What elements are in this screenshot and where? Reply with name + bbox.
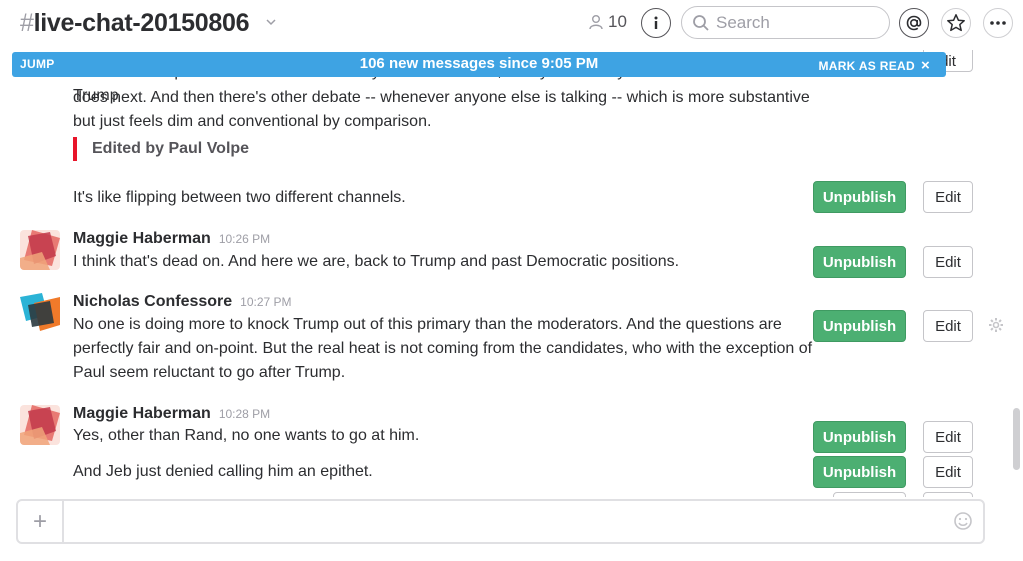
more-button[interactable]	[983, 8, 1013, 38]
new-messages-count: 106 new messages since 9:05 PM	[359, 55, 599, 72]
unpublish-button[interactable]: Unpublish	[813, 181, 906, 213]
search-icon	[693, 14, 709, 31]
channel-hash: #	[20, 9, 34, 37]
message-author[interactable]: Maggie Haberman 10:28 PM	[73, 405, 270, 423]
edit-button[interactable]: Edit	[923, 310, 973, 342]
close-icon[interactable]: ×	[921, 57, 930, 74]
edit-button-partial[interactable]	[923, 492, 973, 497]
member-count[interactable]: 10	[588, 12, 627, 32]
chevron-down-icon[interactable]	[266, 16, 276, 26]
unpublish-button[interactable]: Unpublish	[813, 421, 906, 453]
timestamp[interactable]: 10:28 PM	[219, 407, 270, 421]
info-icon	[654, 16, 658, 29]
at-sign-icon	[906, 15, 922, 31]
message-text: Yes, other than Rand, no one wants to go…	[73, 427, 420, 444]
emoji-icon[interactable]	[953, 511, 973, 531]
unpublish-button[interactable]: Unpublish	[813, 310, 906, 342]
message-text: It's like flipping between two different…	[73, 189, 406, 206]
gear-icon[interactable]	[988, 317, 1004, 333]
timestamp[interactable]: 10:26 PM	[219, 232, 270, 246]
mentions-button[interactable]	[899, 8, 929, 38]
new-messages-banner[interactable]: JUMP 106 new messages since 9:05 PM MARK…	[12, 52, 946, 77]
star-button[interactable]	[941, 8, 971, 38]
message-pane[interactable]: between Trump and the Fox hosts -- showy…	[0, 50, 1010, 497]
channel-title[interactable]: #live-chat-20150806	[20, 9, 250, 38]
avatar[interactable]	[20, 293, 60, 333]
mark-as-read-button[interactable]: MARK AS READ ×	[818, 57, 930, 74]
star-icon	[947, 14, 965, 32]
message-text: does next. And then there's other debate…	[73, 89, 810, 130]
edit-button[interactable]: Edit	[923, 421, 973, 453]
scrollbar-thumb[interactable]	[1013, 408, 1020, 470]
message-text: I think that's dead on. And here we are,…	[73, 253, 680, 270]
message-composer: +	[16, 499, 985, 544]
add-file-button[interactable]: +	[18, 501, 64, 542]
author-name[interactable]: Maggie Haberman	[73, 230, 211, 248]
message-text: And Jeb just denied calling him an epith…	[73, 463, 373, 480]
edit-button[interactable]: Edit	[923, 246, 973, 278]
unpublish-button[interactable]: Unpublish	[813, 456, 906, 488]
timestamp[interactable]: 10:27 PM	[240, 295, 291, 309]
avatar[interactable]	[20, 405, 60, 445]
person-icon	[589, 15, 603, 30]
member-count-value: 10	[608, 12, 627, 31]
channel-name: live-chat-20150806	[33, 9, 250, 37]
message-author[interactable]: Nicholas Confessore 10:27 PM	[73, 293, 292, 311]
unpublish-button[interactable]: Unpublish	[813, 246, 906, 278]
unpublish-button-partial[interactable]	[833, 492, 906, 497]
message-input[interactable]	[74, 510, 934, 534]
edit-button[interactable]: Edit	[923, 181, 973, 213]
edit-button[interactable]: Edit	[923, 456, 973, 488]
search-input[interactable]	[716, 12, 866, 33]
info-button[interactable]	[641, 8, 671, 38]
search-box[interactable]	[681, 6, 890, 39]
author-name[interactable]: Maggie Haberman	[73, 405, 211, 423]
more-icon	[990, 21, 1006, 25]
avatar[interactable]	[20, 230, 60, 270]
message-text: No one is doing more to knock Trump out …	[73, 316, 813, 381]
author-name[interactable]: Nicholas Confessore	[73, 293, 232, 311]
message-author[interactable]: Maggie Haberman 10:26 PM	[73, 230, 270, 248]
edited-note: Edited by Paul Volpe	[73, 137, 249, 161]
channel-header: #live-chat-20150806 10	[0, 0, 1023, 50]
mark-as-read-label: MARK AS READ	[818, 58, 915, 73]
